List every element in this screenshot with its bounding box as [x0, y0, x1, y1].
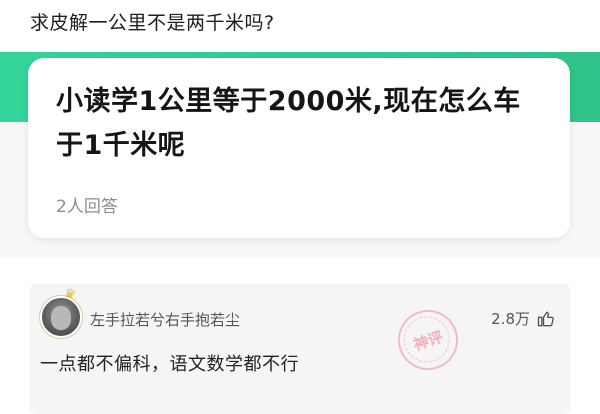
question-card[interactable]: 小读学1公里等于2000米,现在怎么车于1千米呢 2人回答 — [28, 58, 570, 238]
comment-text: 一点都不偏科，语文数学都不行 — [40, 354, 299, 375]
page-title: 求皮解一公里不是两千米吗? — [30, 12, 275, 34]
like-count: 2.8万 — [491, 310, 530, 328]
stamp-ring — [397, 310, 456, 369]
avatar-face — [51, 306, 71, 330]
thumbs-up-icon — [537, 311, 554, 326]
section-divider — [0, 258, 600, 284]
answer-count[interactable]: 2人回答 — [56, 192, 542, 217]
comment-card[interactable]: ♛ 左手拉若兮右手抱若尘 神评 2.8万 一点都不偏科，语文数学都不行 — [30, 284, 570, 414]
comment-username[interactable]: 左手拉若兮右手抱若尘 — [90, 309, 240, 330]
featured-stamp-icon: 神评 — [390, 302, 466, 378]
like-button[interactable]: 2.8万 — [491, 308, 556, 329]
question-text: 小读学1公里等于2000米,现在怎么车于1千米呢 — [56, 86, 521, 161]
avatar[interactable] — [40, 296, 82, 338]
